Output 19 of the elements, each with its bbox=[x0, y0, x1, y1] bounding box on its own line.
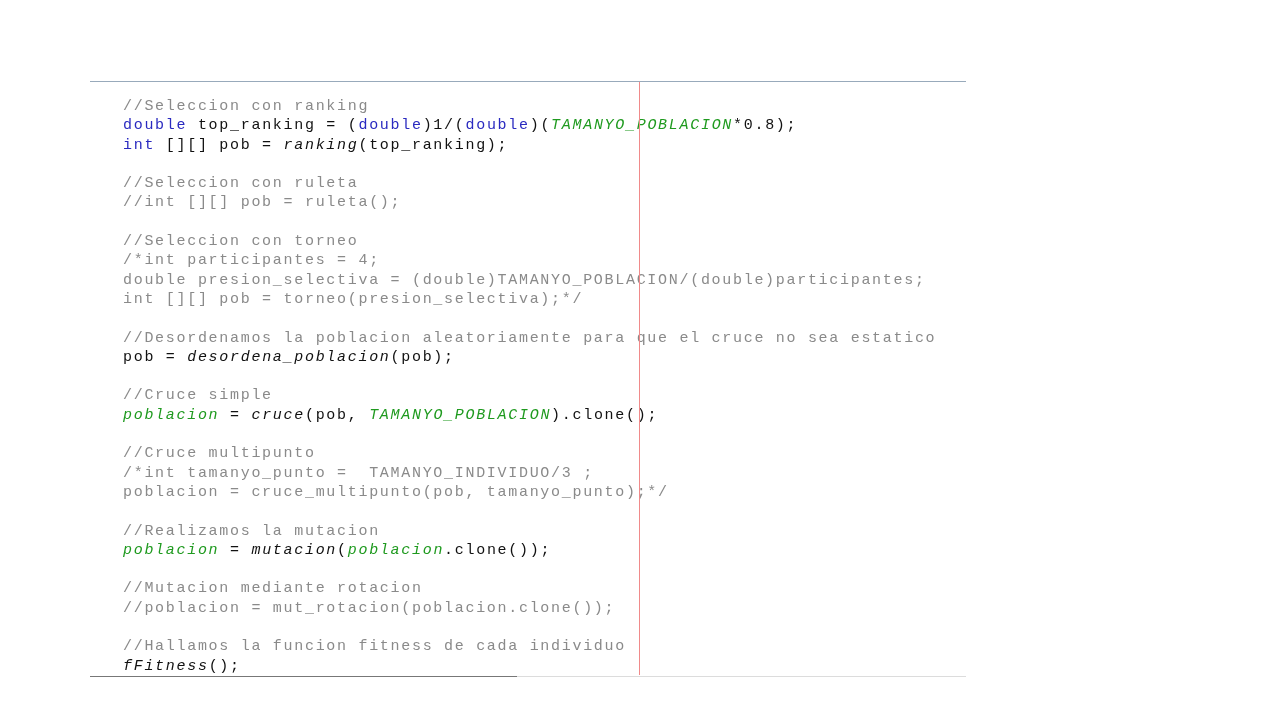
code-line: //Cruce simple bbox=[123, 386, 273, 406]
code-line: fFitness(); bbox=[123, 656, 241, 676]
code-line: //poblacion = mut_rotacion(poblacion.clone()); bbox=[123, 598, 616, 618]
code-line: //Realizamos la mutacion bbox=[123, 521, 380, 541]
code-line: //Mutacion mediante rotacion bbox=[123, 579, 423, 599]
code-line: //Cruce multipunto bbox=[123, 444, 316, 464]
code-line: //int [][] pob = ruleta(); bbox=[123, 193, 402, 213]
code-line: //Seleccion con torneo bbox=[123, 232, 359, 252]
code-line: poblacion = mutacion(poblacion.clone()); bbox=[123, 540, 552, 561]
code-line: int [][] pob = torneo(presion_selectiva);*/ bbox=[123, 289, 584, 310]
code-line: int [][] pob = ranking(top_ranking); bbox=[123, 135, 509, 155]
code-line: /*int tamanyo_punto = TAMANYO_INDIVIDUO/3 ; bbox=[123, 463, 594, 483]
code-line: //Seleccion con ruleta bbox=[123, 174, 359, 194]
code-line: //Hallamos la funcion fitness de cada individuo bbox=[123, 637, 626, 657]
code-line: pob = desordena_poblacion(pob); bbox=[123, 347, 455, 368]
code-line: double top_ranking = (double)1/(double)(TAMANYO_POBLACION*0.8); bbox=[123, 116, 798, 136]
code-line: /*int participantes = 4; bbox=[123, 251, 380, 271]
code-line: //Seleccion con ranking bbox=[123, 97, 370, 117]
code-line: poblacion = cruce(pob, TAMANYO_POBLACION).clone(); bbox=[123, 405, 659, 426]
